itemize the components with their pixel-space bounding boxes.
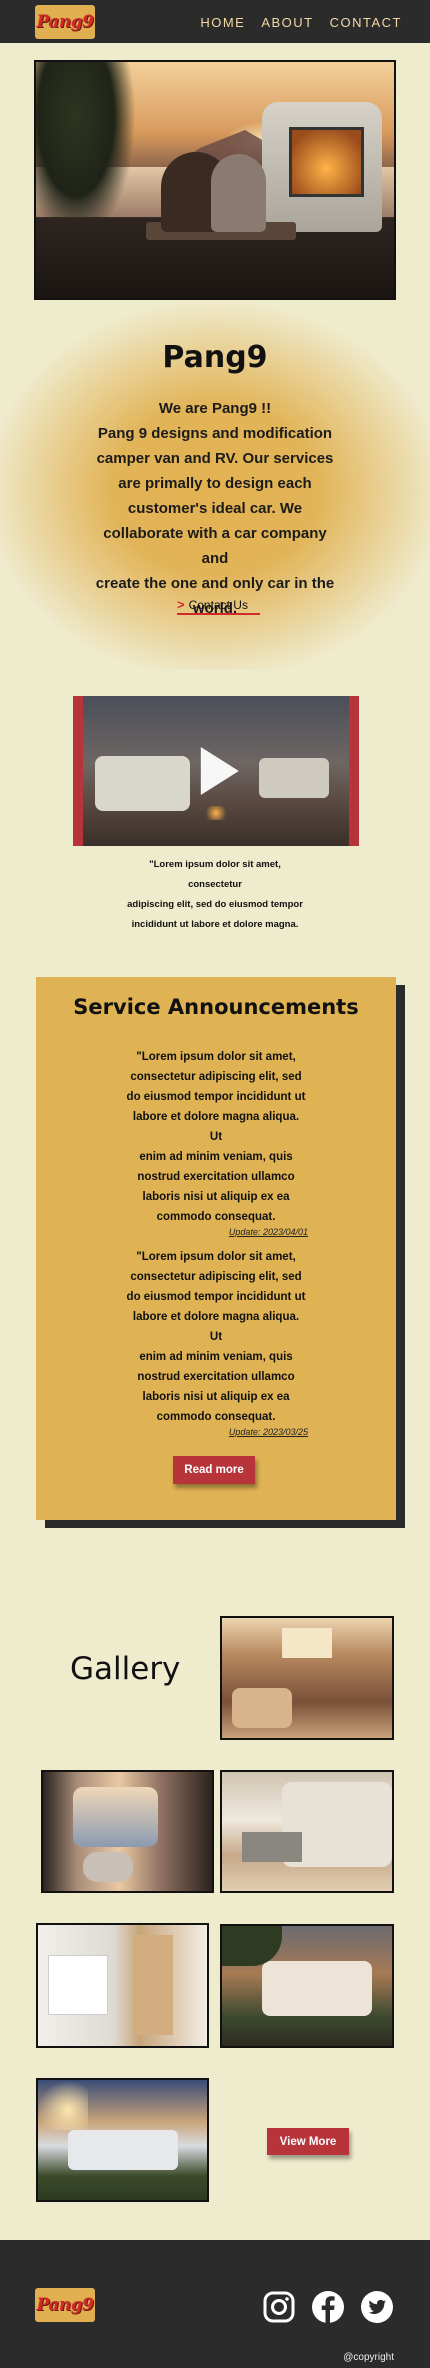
instagram-icon[interactable] (262, 2290, 296, 2324)
gallery-shelf (133, 1935, 173, 2035)
video-campfire (203, 806, 229, 820)
gallery-image-rv-porch[interactable] (220, 1770, 394, 1893)
footer-logo-text: Pang9 (36, 2295, 94, 2315)
about-line: Pang 9 designs and modification (97, 425, 333, 442)
gallery-seat (232, 1688, 292, 1728)
gallery-bed (48, 1955, 108, 2015)
nav-contact-link[interactable]: CONTACT (330, 15, 402, 30)
announcement-item: "Lorem ipsum dolor sit amet, consectetur… (126, 1047, 308, 1237)
contact-us-label: Contact Us (188, 597, 248, 612)
gallery-cat (83, 1852, 133, 1882)
nav-home-link[interactable]: HOME (200, 15, 245, 30)
logo-text: Pang9 (36, 12, 94, 32)
announcement-line: "Lorem ipsum dolor sit amet, (136, 1251, 296, 1263)
caption-line: incididunt ut labore et dolore magna. (131, 919, 299, 930)
about-line: collaborate with a car company and (103, 525, 327, 567)
gallery-rv-body (262, 1961, 372, 2016)
about-title: Pang9 (162, 340, 268, 375)
gallery-window (282, 1628, 332, 1658)
copyright-text: @copyright (343, 2352, 394, 2363)
announcements-title: Service Announcements (73, 995, 359, 1019)
facebook-icon[interactable] (311, 2290, 345, 2324)
about-line: customer's ideal car. We (127, 500, 303, 517)
gallery-image-window-view[interactable] (41, 1770, 214, 1893)
twitter-icon[interactable] (360, 2290, 394, 2324)
about-line: camper van and RV. Our services (96, 450, 334, 467)
video-player[interactable] (73, 696, 359, 846)
gallery-image-rv-sunset[interactable] (220, 1924, 394, 2048)
gallery-sun (38, 2080, 88, 2130)
view-more-button[interactable]: View More (267, 2128, 349, 2155)
announcement-line: do eiusmod tempor incididunt ut (126, 1091, 306, 1103)
announcement-item: "Lorem ipsum dolor sit amet, consectetur… (126, 1247, 308, 1437)
hero-van-interior (289, 127, 364, 197)
play-icon[interactable] (200, 747, 239, 795)
site-footer: Pang9 @copyright (0, 2240, 430, 2368)
video-rv-right (259, 758, 329, 798)
about-description: We are Pang9 !! Pang 9 designs and modif… (95, 396, 335, 621)
announcement-line: nostrud exercitation ullamco (137, 1371, 295, 1383)
gallery-image-van-interior[interactable] (220, 1616, 394, 1740)
announcement-line: commodo consequat. (156, 1211, 276, 1223)
announcements-card: Service Announcements "Lorem ipsum dolor… (36, 977, 396, 1520)
hero-tree (36, 62, 136, 242)
announcement-line: do eiusmod tempor incididunt ut (126, 1291, 306, 1303)
about-line: create the one and only car in the (95, 575, 335, 592)
announcement-line: enim ad minim veniam, quis (139, 1151, 293, 1163)
gallery-image-rv-park[interactable] (36, 2078, 209, 2202)
caption-line: "Lorem ipsum dolor sit amet, consectetur (149, 859, 281, 890)
video-rv-left (95, 756, 190, 811)
gallery-window (73, 1787, 158, 1847)
announcement-body: "Lorem ipsum dolor sit amet, consectetur… (126, 1247, 306, 1427)
gallery-rv-body (68, 2130, 178, 2170)
contact-us-link[interactable]: > Contact Us (177, 597, 260, 615)
announcement-line: commodo consequat. (156, 1411, 276, 1423)
hero-image (34, 60, 396, 300)
about-line: We are Pang9 !! (158, 400, 272, 417)
announcement-line: laboris nisi ut aliquip ex ea (142, 1191, 290, 1203)
announcement-line: laboris nisi ut aliquip ex ea (142, 1391, 290, 1403)
announcement-date: Update: 2023/03/25 (228, 1427, 308, 1437)
hero-person-right (211, 154, 266, 232)
announcement-body: "Lorem ipsum dolor sit amet, consectetur… (126, 1047, 306, 1227)
gallery-sofa (242, 1832, 302, 1862)
announcement-line: consectetur adipiscing elit, sed (130, 1071, 302, 1083)
video-thumbnail (83, 696, 349, 846)
announcement-line: labore et dolore magna aliqua. Ut (132, 1111, 300, 1143)
nav-about-link[interactable]: ABOUT (261, 15, 313, 30)
main-nav: HOME ABOUT CONTACT (200, 15, 402, 30)
announcement-line: consectetur adipiscing elit, sed (130, 1271, 302, 1283)
announcement-line: "Lorem ipsum dolor sit amet, (136, 1051, 296, 1063)
footer-logo[interactable]: Pang9 (35, 2288, 95, 2322)
announcement-date: Update: 2023/04/01 (228, 1227, 308, 1237)
logo[interactable]: Pang9 (35, 5, 95, 39)
gallery-tree (222, 1926, 282, 1966)
caption-line: adipiscing elit, sed do eiusmod tempor (127, 899, 303, 910)
announcement-line: nostrud exercitation ullamco (137, 1171, 295, 1183)
chevron-right-icon: > (177, 597, 185, 612)
about-line: are primally to design each (118, 475, 312, 492)
read-more-button[interactable]: Read more (173, 1456, 255, 1484)
announcement-line: enim ad minim veniam, quis (139, 1351, 293, 1363)
site-header: Pang9 HOME ABOUT CONTACT (0, 0, 430, 43)
gallery-title: Gallery (70, 1651, 181, 1687)
gallery-image-white-interior[interactable] (36, 1923, 209, 2048)
announcement-line: labore et dolore magna aliqua. Ut (132, 1311, 300, 1343)
video-caption: "Lorem ipsum dolor sit amet, consectetur… (125, 855, 305, 935)
